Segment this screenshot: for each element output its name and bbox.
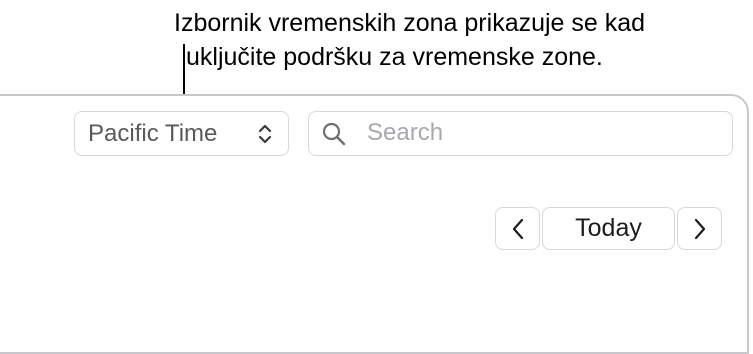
today-button[interactable]: Today bbox=[542, 207, 675, 250]
callout-line-2: uključite podršku za vremenske zone. bbox=[186, 43, 603, 71]
next-button[interactable] bbox=[677, 207, 722, 250]
chevron-right-icon bbox=[694, 218, 705, 239]
callout-line-1: Izbornik vremenskih zona prikazuje se ka… bbox=[174, 9, 646, 37]
search-input[interactable] bbox=[367, 112, 717, 154]
timezone-popup-button[interactable]: Pacific Time bbox=[74, 111, 289, 156]
today-button-label: Today bbox=[575, 214, 642, 242]
timezone-selected-value: Pacific Time bbox=[88, 119, 218, 147]
previous-button[interactable] bbox=[495, 207, 540, 250]
search-field[interactable] bbox=[308, 111, 733, 156]
chevron-left-icon bbox=[512, 218, 523, 239]
search-icon bbox=[322, 122, 346, 146]
callout-annotation: Izbornik vremenskih zona prikazuje se ka… bbox=[174, 6, 645, 74]
chevron-up-down-icon bbox=[258, 124, 272, 144]
